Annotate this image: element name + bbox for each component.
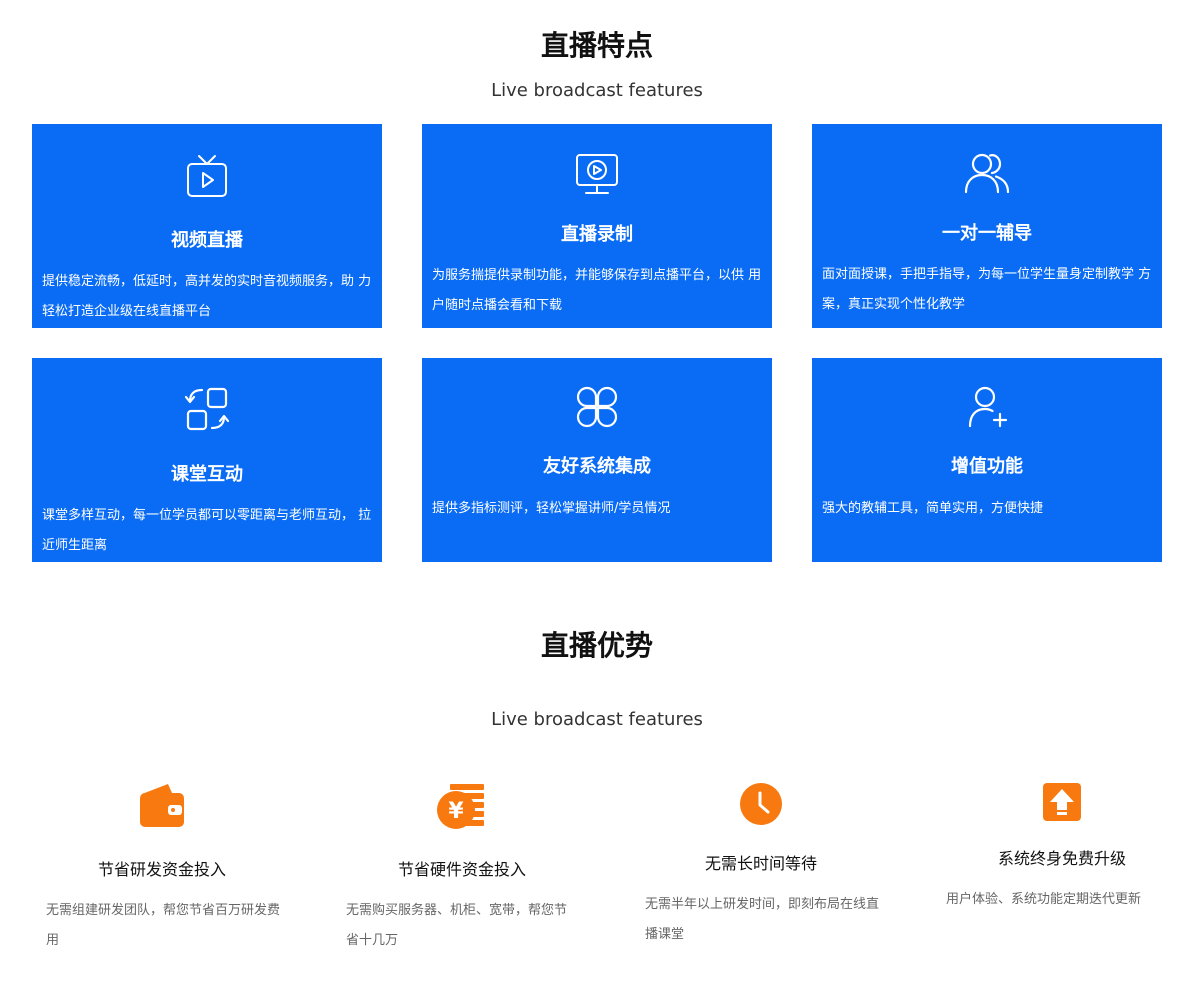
feature-card-desc: 提供多指标测评，轻松掌握讲师/学员情况: [432, 501, 671, 516]
feature-card-desc: 提供稳定流畅，低延时，高并发的实时音视频服务，助 力轻松打造企业级在线直播平台: [42, 274, 372, 319]
feature-card-system-integration[interactable]: 友好系统集成 提供多指标测评，轻松掌握讲师/学员情况: [422, 358, 772, 562]
feature-card-video-live[interactable]: 视频直播 提供稳定流畅，低延时，高并发的实时音视频服务，助 力轻松打造企业级在线…: [32, 124, 382, 328]
monitor-record-icon: [572, 150, 622, 200]
advantage-desc: 无需半年以上研发时间，即刻布局在线直播课堂: [645, 897, 880, 942]
advantages-subtitle: Live broadcast features: [491, 709, 703, 730]
svg-text:¥: ¥: [448, 799, 464, 824]
feature-card-live-record[interactable]: 直播录制 为服务揣提供录制功能，并能够保存到点播平台，以供 用户随时点播会看和下…: [422, 124, 772, 328]
advantage-title: 节省研发资金投入: [97, 860, 226, 879]
feature-card-desc: 课堂多样互动，每一位学员都可以零距离与老师互动， 拉近师生距离: [42, 508, 372, 553]
tv-play-icon: [182, 152, 232, 202]
interaction-icon: [182, 384, 232, 434]
advantage-desc: 无需组建研发团队，帮您节省百万研发费用: [46, 903, 281, 948]
feature-card-class-interaction[interactable]: 课堂互动 课堂多样互动，每一位学员都可以零距离与老师互动， 拉近师生距离: [32, 358, 382, 562]
feature-card-title: 友好系统集成: [543, 456, 651, 477]
clock-icon: [736, 780, 786, 830]
feature-card-title: 一对一辅导: [942, 223, 1032, 244]
yuan-coin-icon: ¥: [436, 782, 486, 832]
add-user-icon: [962, 382, 1012, 432]
advantage-title: 节省硬件资金投入: [397, 860, 526, 879]
feature-card-one-on-one[interactable]: 一对一辅导 面对面授课，手把手指导，为每一位学生量身定制教学 方案，真正实现个性…: [812, 124, 1162, 328]
features-subtitle: Live broadcast features: [491, 80, 703, 101]
advantage-desc: 用户体验、系统功能定期迭代更新: [946, 892, 1142, 907]
integration-icon: [572, 382, 622, 432]
feature-card-desc: 面对面授课，手把手指导，为每一位学生量身定制教学 方案，真正实现个性化教学: [822, 267, 1152, 312]
feature-card-title: 直播录制: [561, 224, 633, 245]
feature-card-desc: 强大的教辅工具，简单实用，方便快捷: [822, 501, 1044, 516]
feature-card-value-added[interactable]: 增值功能 强大的教辅工具，简单实用，方便快捷: [812, 358, 1162, 562]
feature-card-title: 课堂互动: [171, 464, 243, 485]
users-icon: [962, 148, 1012, 198]
advantages-title: 直播优势: [540, 629, 653, 662]
advantage-title: 无需长时间等待: [704, 854, 817, 873]
wallet-icon: [136, 780, 186, 830]
feature-card-desc: 为服务揣提供录制功能，并能够保存到点播平台，以供 用户随时点播会看和下载: [432, 268, 762, 313]
upgrade-arrow-icon: [1037, 777, 1087, 827]
advantage-title: 系统终身免费升级: [997, 849, 1126, 868]
feature-card-title: 视频直播: [171, 230, 243, 251]
advantage-desc: 无需购买服务器、机柜、宽带，帮您节省十几万: [346, 903, 568, 948]
feature-card-title: 增值功能: [951, 456, 1023, 477]
features-title: 直播特点: [540, 29, 653, 62]
